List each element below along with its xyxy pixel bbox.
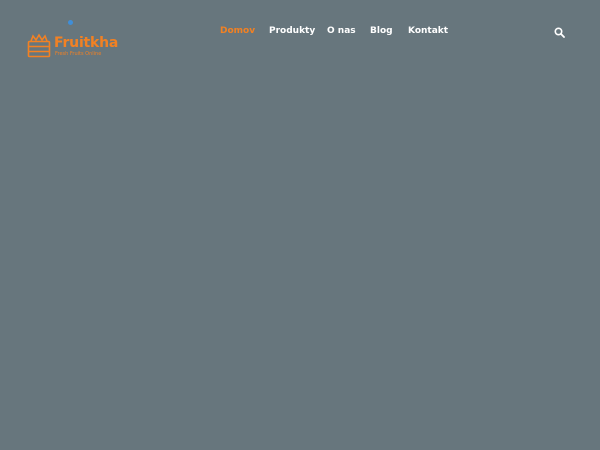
site-logo[interactable]: Fruitkha Fresh Fruits Online: [27, 20, 122, 60]
nav-item-blog[interactable]: Blog: [370, 24, 393, 38]
fruit-basket-icon: [27, 33, 51, 58]
search-icon: [554, 27, 565, 38]
search-button[interactable]: [554, 25, 565, 38]
brand-tagline: Fresh Fruits Online: [55, 51, 102, 57]
brand-name: Fruitkha: [54, 35, 119, 51]
nav-item-produkty[interactable]: Produkty: [269, 24, 315, 38]
nav-item-kontakt[interactable]: Kontakt: [408, 24, 448, 38]
nav-item-o-nas[interactable]: O nas: [327, 24, 356, 38]
nav-item-domov[interactable]: Domov: [220, 24, 255, 38]
site-header: Fruitkha Fresh Fruits Online Domov Produ…: [0, 0, 600, 70]
logo-dot-icon: [68, 20, 73, 25]
